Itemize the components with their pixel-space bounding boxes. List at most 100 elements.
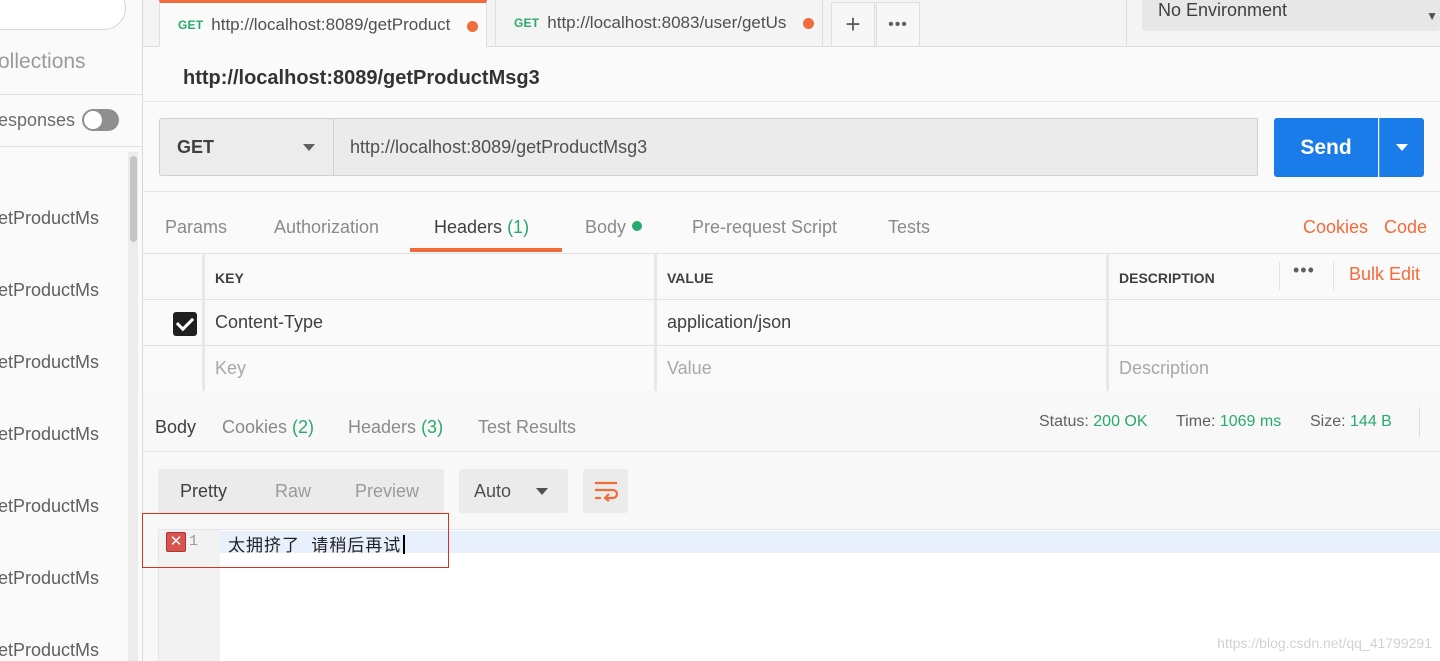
- unsaved-dot-icon: [803, 18, 814, 29]
- method-value: GET: [177, 137, 215, 157]
- view-mode-group: Pretty Raw Preview: [158, 469, 444, 513]
- wrap-lines-button[interactable]: [583, 469, 628, 513]
- history-item[interactable]: etProductMs: [0, 530, 130, 602]
- new-description-input[interactable]: Description: [1109, 346, 1440, 392]
- headers-table: KEY VALUE DESCRIPTION ••• Bulk Edit Cont…: [143, 253, 1440, 392]
- send-button[interactable]: Send: [1274, 118, 1378, 177]
- response-tab-cookies-label: Cookies: [222, 417, 288, 437]
- code-link[interactable]: Code: [1384, 217, 1427, 238]
- new-key-input[interactable]: Key: [205, 346, 657, 392]
- tab-url: http://localhost:8083/user/getUs: [547, 13, 787, 32]
- tab-body[interactable]: Body: [585, 207, 643, 253]
- more-icon: •••: [888, 15, 908, 33]
- time-value: 1069 ms: [1219, 413, 1282, 430]
- wrap-icon: [594, 481, 618, 502]
- bulk-edit-link[interactable]: Bulk Edit: [1349, 264, 1420, 285]
- response-tab-cookies[interactable]: Cookies (2): [222, 417, 314, 438]
- size-readout: Size: 144 B: [1310, 413, 1392, 431]
- tab-url: http://localhost:8089/getProduct: [211, 14, 451, 34]
- column-header-key: KEY: [205, 254, 657, 300]
- method-select[interactable]: GET: [159, 118, 334, 176]
- divider: [1333, 262, 1334, 290]
- new-value-input[interactable]: Value: [657, 346, 1109, 392]
- new-tab-button[interactable]: +: [831, 2, 875, 47]
- response-tab-headers-label: Headers: [348, 417, 417, 437]
- request-panel: http://localhost:8089/getProductMsg3 GET…: [143, 47, 1440, 661]
- history-item[interactable]: etProductMs: [0, 242, 130, 314]
- request-tab[interactable]: GET http://localhost:8083/user/getUs: [495, 0, 823, 47]
- column-header-value: VALUE: [657, 254, 1109, 300]
- history-list: etProductMs etProductMs etProductMs etPr…: [0, 170, 130, 661]
- tab-authorization[interactable]: Authorization: [274, 207, 379, 253]
- history-item[interactable]: etProductMs: [0, 458, 130, 530]
- view-pretty-button[interactable]: Pretty: [180, 481, 227, 502]
- tab-headers[interactable]: Headers (1): [434, 207, 529, 253]
- environment-select[interactable]: No Environment ▼: [1142, 0, 1440, 31]
- table-header-row: KEY VALUE DESCRIPTION ••• Bulk Edit: [143, 254, 1440, 300]
- format-select[interactable]: Auto: [459, 469, 568, 513]
- tab-headers-label: Headers: [434, 217, 503, 237]
- save-responses-toggle[interactable]: [82, 109, 119, 131]
- response-tab-cookies-count: (2): [292, 417, 315, 437]
- env-divider: [1126, 0, 1127, 45]
- response-tab-test-results[interactable]: Test Results: [478, 417, 576, 438]
- tab-body-label: Body: [585, 217, 627, 237]
- status-readout: Status: 200 OK: [1039, 413, 1148, 431]
- history-item[interactable]: etProductMs: [0, 602, 130, 661]
- table-row: Content-Type application/json: [143, 300, 1440, 346]
- send-options-button[interactable]: [1379, 118, 1424, 177]
- request-tab[interactable]: GET http://localhost:8089/getProduct: [159, 0, 487, 47]
- unsaved-dot-icon: [467, 21, 478, 32]
- time-label: Time:: [1176, 413, 1216, 430]
- chevron-down-icon: [1396, 144, 1408, 151]
- sidebar-tab-collections[interactable]: ollections: [0, 50, 86, 74]
- view-raw-button[interactable]: Raw: [275, 481, 311, 502]
- response-tab-body[interactable]: Body: [155, 417, 196, 438]
- sidebar-divider: [0, 94, 142, 95]
- annotation-highlight-box: [142, 513, 449, 568]
- status-value: 200 OK: [1093, 413, 1148, 430]
- cookies-link[interactable]: Cookies: [1303, 217, 1368, 238]
- header-key-input[interactable]: Content-Type: [205, 300, 657, 346]
- tab-method: GET: [514, 16, 540, 30]
- chevron-down-icon: [536, 488, 548, 495]
- response-tab-headers-count: (3): [421, 417, 444, 437]
- sidebar-search-input[interactable]: [0, 0, 126, 30]
- view-preview-button[interactable]: Preview: [355, 481, 419, 502]
- header-description-input[interactable]: [1109, 300, 1440, 346]
- divider: [1279, 262, 1280, 290]
- request-tabs-bar: GET http://localhost:8089/getProduct GET…: [143, 0, 1440, 47]
- chevron-down-icon: [303, 144, 315, 151]
- time-readout: Time: 1069 ms: [1176, 413, 1281, 431]
- more-icon[interactable]: •••: [1293, 260, 1315, 281]
- body-set-dot-icon: [632, 221, 643, 231]
- table-row-new: Key Value Description: [143, 346, 1440, 392]
- tab-headers-count: (1): [507, 217, 530, 237]
- request-title: http://localhost:8089/getProductMsg3: [183, 67, 540, 89]
- history-item[interactable]: etProductMs: [0, 314, 130, 386]
- tab-options-button[interactable]: •••: [876, 2, 920, 47]
- status-label: Status:: [1039, 413, 1089, 430]
- sidebar-scrollbar-thumb[interactable]: [130, 156, 137, 242]
- divider: [1419, 407, 1420, 437]
- tab-prerequest-script[interactable]: Pre-request Script: [692, 207, 837, 253]
- response-tab-headers[interactable]: Headers (3): [348, 417, 443, 438]
- tab-tests[interactable]: Tests: [888, 207, 930, 253]
- header-value-input[interactable]: application/json: [657, 300, 1109, 346]
- url-input[interactable]: http://localhost:8089/getProductMsg3: [333, 118, 1258, 176]
- environment-value: No Environment: [1158, 0, 1288, 20]
- save-responses-label: esponses: [0, 110, 76, 130]
- header-enabled-checkbox[interactable]: [173, 312, 197, 336]
- history-item[interactable]: etProductMs: [0, 386, 130, 458]
- row-checkbox-cell: [143, 300, 205, 346]
- watermark: https://blog.csdn.net/qq_41799291: [1217, 635, 1432, 651]
- active-tab-indicator: [410, 248, 562, 252]
- checkbox-column-header: [143, 254, 205, 300]
- size-value: 144 B: [1350, 413, 1392, 430]
- history-item[interactable]: etProductMs: [0, 170, 130, 242]
- tab-params[interactable]: Params: [165, 207, 227, 253]
- divider: [143, 191, 1440, 192]
- divider: [143, 101, 1440, 102]
- divider: [143, 451, 1440, 452]
- size-label: Size:: [1310, 413, 1346, 430]
